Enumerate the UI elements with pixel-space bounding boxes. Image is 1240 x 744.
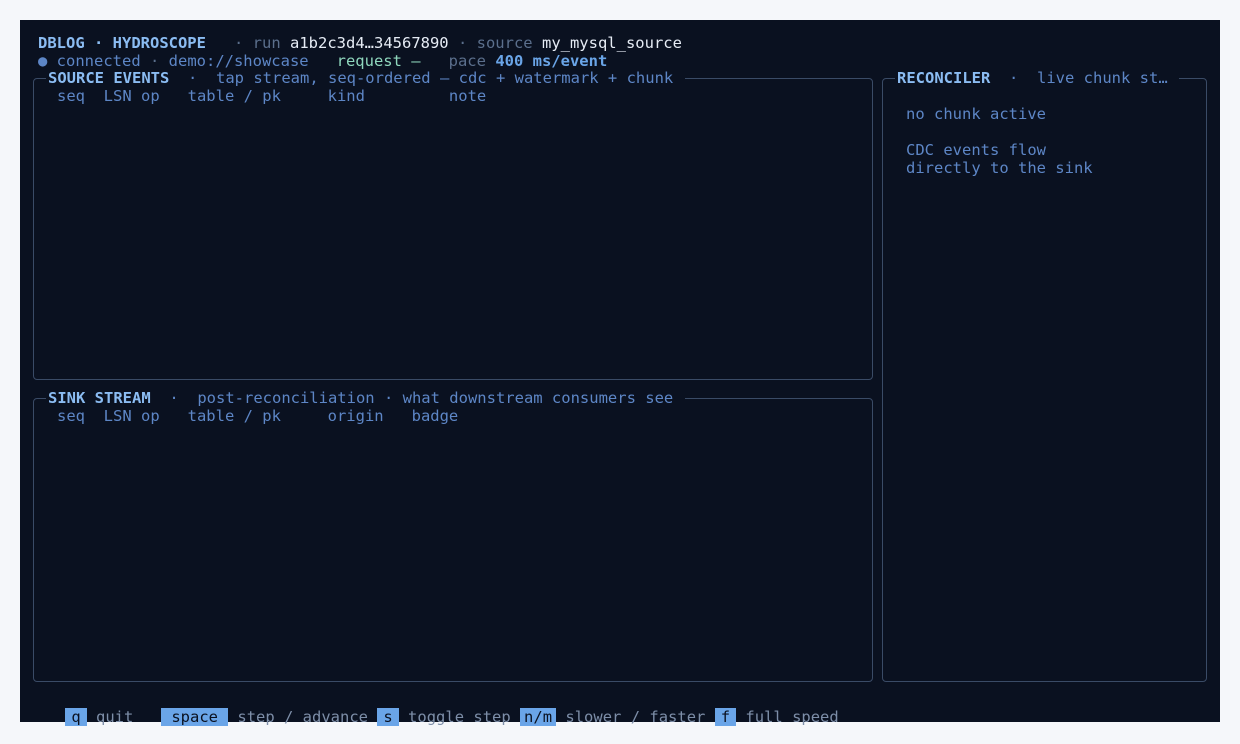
reconciler-subtitle: live chunk st… [1037,69,1168,87]
sink-stream-panel: SINK STREAM · post-reconciliation · what… [33,389,873,682]
key-s[interactable]: s [377,708,399,726]
reconciler-note-line1: CDC events flow [906,141,1046,159]
reconciler-title: RECONCILER · live chunk st… [895,69,1179,87]
source-events-title: SOURCE EVENTS · tap stream, seq-ordered … [46,69,685,87]
request-status: request – [336,52,421,70]
sink-stream-heading: SINK STREAM [48,389,151,407]
reconciler-status: no chunk active [906,105,1046,123]
status-line: ● connected · demo://showcase request – … [38,52,608,70]
source-name: my_mysql_source [541,34,682,52]
terminal-window: DBLOG · HYDROSCOPE · run a1b2c3d4…345678… [20,20,1220,726]
key-n-m[interactable]: n/m [520,708,557,726]
pace-value: 400 ms/event [495,52,608,70]
step-advance-label: step / advance [237,708,369,726]
source-uri: demo://showcase [168,52,309,70]
toggle-step-label: toggle step [408,708,511,726]
source-label: source [476,34,533,52]
pace-label: pace [448,52,486,70]
run-id: a1b2c3d4…34567890 [290,34,449,52]
header-line: DBLOG · HYDROSCOPE · run a1b2c3d4…345678… [38,34,682,52]
connection-status: ● connected [38,52,141,70]
full-speed-label: full speed [745,708,839,726]
app-title: DBLOG · HYDROSCOPE [38,34,206,52]
sink-stream-title: SINK STREAM · post-reconciliation · what… [46,389,685,407]
source-events-panel: SOURCE EVENTS · tap stream, seq-ordered … [33,69,873,380]
sink-stream-subtitle: post-reconciliation · what downstream co… [197,389,674,407]
reconciler-heading: RECONCILER [897,69,991,87]
source-events-columns: seq LSN op table / pk kind note [57,87,487,105]
reconciler-panel: RECONCILER · live chunk st… no chunk act… [882,69,1207,682]
key-bar: q quit space step / advance s toggle ste… [28,690,839,744]
source-events-subtitle: tap stream, seq-ordered — cdc + watermar… [216,69,674,87]
quit-label: quit [96,708,134,726]
run-label: run [252,34,281,52]
key-space[interactable]: space [161,708,229,726]
key-f[interactable]: f [714,708,737,726]
slower-faster-label: slower / faster [565,708,706,726]
reconciler-note-line2: directly to the sink [906,159,1093,177]
key-q[interactable]: q [65,708,87,726]
source-events-heading: SOURCE EVENTS [48,69,170,87]
sink-stream-columns: seq LSN op table / pk origin badge [57,407,459,425]
